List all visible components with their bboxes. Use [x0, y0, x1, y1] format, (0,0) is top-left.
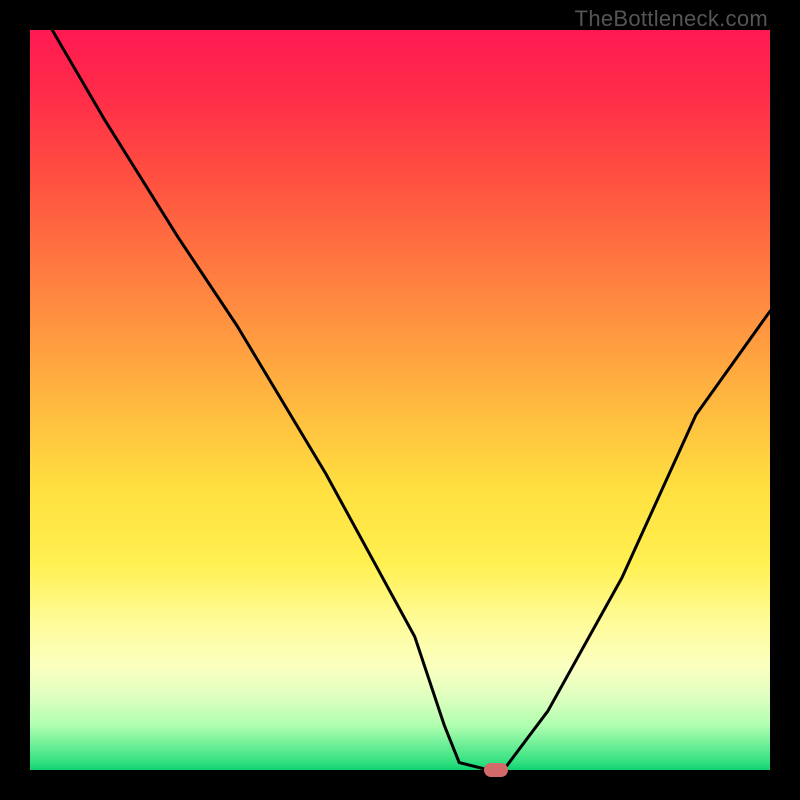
- bottleneck-curve: [52, 30, 770, 770]
- plot-area: [30, 30, 770, 770]
- attribution-text: TheBottleneck.com: [575, 6, 768, 32]
- chart-frame: TheBottleneck.com: [0, 0, 800, 800]
- curve-svg: [30, 30, 770, 770]
- optimum-marker: [484, 763, 508, 777]
